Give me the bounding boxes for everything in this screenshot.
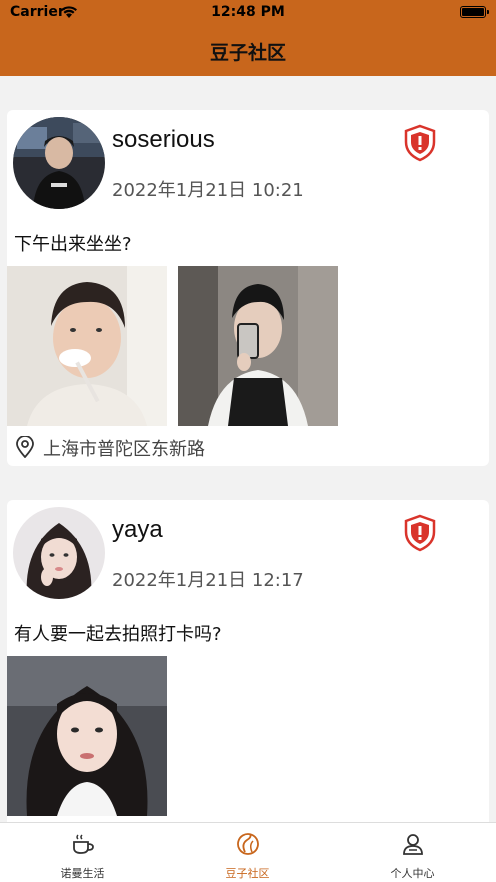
location-pin-icon (15, 435, 35, 462)
post-card[interactable]: soserious 2022年1月21日 10:21 下午出来坐坐? 上海市普陀… (7, 110, 489, 466)
report-shield-icon[interactable] (403, 514, 437, 552)
avatar[interactable] (13, 507, 105, 599)
post-photo[interactable] (178, 266, 338, 426)
post-text: 下午出来坐坐? (14, 234, 132, 255)
status-bar: Carrier 12:48 PM (0, 0, 496, 26)
tab-personal-center[interactable]: 个人中心 (330, 823, 495, 882)
post-photo[interactable] (7, 266, 167, 426)
tab-label: 诺曼生活 (60, 867, 105, 880)
page-title: 豆子社区 (209, 42, 286, 64)
location-label: 上海市普陀区东新路 (43, 439, 205, 460)
person-icon (400, 831, 426, 857)
nav-bar: 豆子社区 (0, 26, 496, 76)
tab-label: 个人中心 (390, 867, 435, 880)
tab-douzi-community[interactable]: 豆子社区 (165, 823, 330, 882)
tab-label: 豆子社区 (225, 867, 270, 880)
post-username[interactable]: soserious (112, 126, 215, 154)
post-username[interactable]: yaya (112, 516, 163, 544)
post-feed[interactable]: soserious 2022年1月21日 10:21 下午出来坐坐? 上海市普陀… (0, 76, 496, 822)
coffee-cup-icon (70, 831, 96, 857)
post-photo[interactable] (7, 656, 167, 816)
status-time: 12:48 PM (211, 4, 285, 20)
coffee-bean-icon (235, 831, 261, 857)
battery-icon (460, 6, 489, 18)
post-datetime: 2022年1月21日 10:21 (112, 180, 304, 201)
post-card[interactable]: yaya 2022年1月21日 12:17 有人要一起去拍照打卡吗? (7, 500, 489, 822)
tab-bar: 诺曼生活 豆子社区 个人中心 (0, 822, 496, 882)
avatar[interactable] (13, 117, 105, 209)
report-shield-icon[interactable] (403, 124, 437, 162)
post-text: 有人要一起去拍照打卡吗? (14, 624, 222, 645)
post-datetime: 2022年1月21日 12:17 (112, 570, 304, 591)
tab-nuoman-life[interactable]: 诺曼生活 (0, 823, 165, 882)
